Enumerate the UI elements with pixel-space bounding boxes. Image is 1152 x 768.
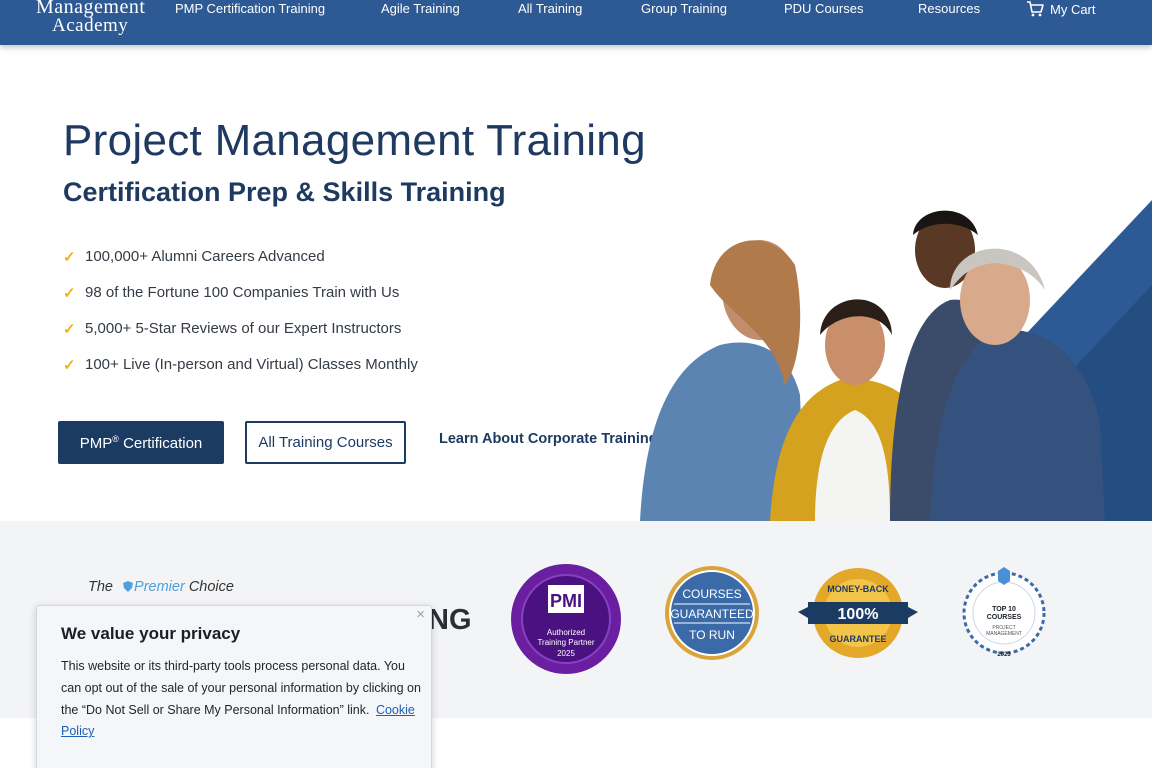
pmp-certification-button[interactable]: PMP® Certification: [58, 421, 224, 464]
feature-item: ✓ 5,000+ 5-Star Reviews of our Expert Ins…: [63, 320, 402, 338]
svg-text:GUARANTEE: GUARANTEE: [829, 634, 886, 644]
top-10-courses-badge: TOP 10 COURSES PROJECT MANAGEMENT 2023: [962, 567, 1046, 658]
nav-link-pdu-courses[interactable]: PDU Courses: [784, 0, 863, 18]
checkmark-icon: ✓: [63, 357, 76, 374]
hero-title: Project Management Training: [63, 116, 646, 165]
cart-label: My Cart: [1050, 1, 1096, 17]
all-training-courses-button[interactable]: All Training Courses: [245, 421, 406, 464]
checkmark-icon: ✓: [63, 249, 76, 266]
pmi-year: 2025: [557, 649, 575, 658]
checkmark-icon: ✓: [63, 321, 76, 338]
logo[interactable]: Management Academy: [36, 0, 146, 40]
nav-link-group-training[interactable]: Group Training: [641, 0, 727, 18]
money-back-guarantee-badge: 100% MONEY-BACK GUARANTEE: [798, 568, 918, 658]
svg-text:100%: 100%: [838, 606, 879, 623]
svg-text:PMI: PMI: [550, 591, 582, 611]
shield-check-icon: [123, 581, 134, 592]
courses-guaranteed-badge: COURSES GUARANTEED TO RUN: [665, 566, 759, 660]
svg-text:COURSES: COURSES: [987, 614, 1022, 621]
svg-text:TOP 10: TOP 10: [992, 606, 1016, 613]
pmi-label: Authorized: [547, 628, 585, 637]
pmi-label: Training Partner: [537, 638, 594, 647]
svg-text:MONEY-BACK: MONEY-BACK: [827, 584, 889, 594]
svg-text:MANAGEMENT: MANAGEMENT: [986, 631, 1022, 637]
feature-item: ✓ 100+ Live (In-person and Virtual) Class…: [63, 356, 418, 374]
cart-button[interactable]: My Cart: [1026, 0, 1096, 18]
privacy-consent-dialog: × We value your privacy This website or …: [36, 605, 432, 768]
feature-item: ✓ 98 of the Fortune 100 Companies Train w…: [63, 284, 400, 302]
nav-link-resources[interactable]: Resources: [918, 0, 980, 18]
privacy-body: This website or its third-party tools pr…: [61, 659, 421, 739]
hero-photo-team: [640, 200, 1152, 521]
feature-item: ✓ 100,000+ Alumni Careers Advanced: [63, 248, 325, 266]
svg-text:GUARANTEED: GUARANTEED: [670, 607, 754, 621]
svg-text:2023: 2023: [997, 652, 1011, 658]
checkmark-icon: ✓: [63, 285, 76, 302]
premier-choice-tagline: The Premier Choice: [88, 579, 234, 595]
logo-line-2: Academy: [52, 15, 129, 36]
svg-text:COURSES: COURSES: [682, 587, 741, 601]
privacy-title: We value your privacy: [61, 624, 241, 643]
svg-text:TO RUN: TO RUN: [689, 628, 735, 642]
feature-list: ✓ 100,000+ Alumni Careers Advanced ✓ 98 of…: [63, 248, 418, 392]
close-icon[interactable]: ×: [416, 606, 425, 623]
nav-link-agile-training[interactable]: Agile Training: [381, 0, 460, 18]
cart-icon: [1027, 1, 1044, 17]
nav-link-pmp-certification[interactable]: PMP Certification Training: [175, 0, 325, 18]
nav-link-all-training[interactable]: All Training: [518, 0, 582, 18]
partial-heading: NG: [428, 604, 472, 636]
top-navigation: Management Academy PMP Certification Tra…: [0, 0, 1152, 45]
pmi-authorized-partner-badge: PMI Authorized Training Partner 2025: [511, 564, 621, 674]
hero-subtitle: Certification Prep & Skills Training: [63, 177, 506, 207]
